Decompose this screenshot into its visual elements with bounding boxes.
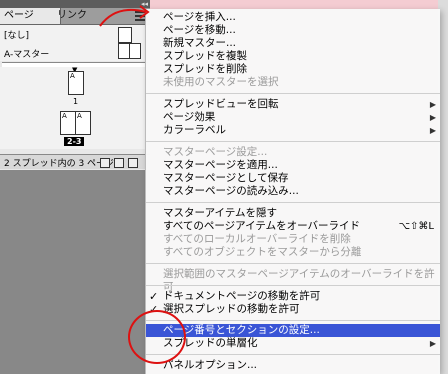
menu-separator bbox=[146, 93, 440, 94]
pages-panel: ◂◂ ページ リンク [なし] A-マスター ▼ A 1 A A 2-3 2 ス… bbox=[0, 0, 150, 374]
menu-shortcut: ⌥⇧⌘L bbox=[398, 221, 434, 232]
menu-override-all-page-items[interactable]: すべてのページアイテムをオーバーライド ⌥⇧⌘L bbox=[146, 220, 440, 233]
menu-separator bbox=[146, 202, 440, 203]
tab-links[interactable]: リンク bbox=[53, 8, 101, 24]
submenu-arrow-icon: ▶ bbox=[429, 100, 436, 109]
submenu-arrow-icon: ▶ bbox=[429, 339, 436, 348]
menu-move-pages[interactable]: ページを移動... bbox=[146, 24, 440, 37]
tab-pages[interactable]: ページ bbox=[0, 8, 61, 24]
annotation-circle bbox=[128, 310, 186, 364]
master-none-label[interactable]: [なし] bbox=[4, 28, 29, 41]
menu-allow-document-pages-shuffle[interactable]: ✓ ドキュメントページの移動を許可 bbox=[146, 290, 440, 303]
menu-separator bbox=[146, 320, 440, 321]
page-thumb-1[interactable]: A bbox=[68, 71, 84, 95]
page-thumb-3[interactable]: A bbox=[75, 111, 91, 135]
pages-panel-menu: ページを挿入... ページを移動... 新規マスター... スプレッドを複製 ス… bbox=[145, 9, 440, 374]
page-master-letter: A bbox=[77, 112, 82, 120]
menu-insert-pages[interactable]: ページを挿入... bbox=[146, 11, 440, 24]
masters-section: [なし] A-マスター bbox=[0, 25, 150, 61]
menu-numbering-section-options[interactable]: ページ番号とセクションの設定... bbox=[146, 324, 440, 337]
menu-separator bbox=[146, 354, 440, 355]
menu-page-transitions[interactable]: ページ効果 ▶ bbox=[146, 111, 440, 124]
page-count-status: 2 スプレッド内の 3 ページ bbox=[4, 159, 114, 169]
page-thumb-2[interactable]: A bbox=[60, 111, 76, 135]
menu-separator bbox=[146, 141, 440, 142]
submenu-arrow-icon: ▶ bbox=[429, 126, 436, 135]
menu-spread-flattening[interactable]: スプレッドの単層化 ▶ bbox=[146, 337, 440, 350]
menu-allow-master-item-overrides: 選択範囲のマスターページアイテムのオーバーライドを許可 bbox=[163, 268, 435, 293]
document-pages-section: ▼ A 1 A A 2-3 bbox=[0, 66, 150, 149]
page-number-1: 1 bbox=[73, 97, 79, 106]
new-page-icon[interactable] bbox=[114, 158, 124, 168]
tab-links-label: リンク bbox=[57, 10, 87, 21]
tab-pages-label: ページ bbox=[4, 10, 34, 21]
menu-apply-master[interactable]: マスターページを適用... bbox=[146, 159, 440, 172]
delete-page-icon[interactable] bbox=[128, 158, 138, 168]
menu-color-label[interactable]: カラーラベル ▶ bbox=[146, 124, 440, 137]
menu-delete-spread[interactable]: スプレッドを削除 bbox=[146, 63, 440, 76]
menu-remove-local-overrides: すべてのローカルオーバーライドを削除 bbox=[163, 233, 351, 245]
menu-allow-selected-spread-shuffle[interactable]: ✓ 選択スプレッドの移動を許可 bbox=[146, 303, 440, 316]
annotation-arrow-icon bbox=[99, 5, 150, 27]
menu-separator bbox=[146, 285, 440, 286]
menu-rotate-spread-view[interactable]: スプレッドビューを回転 ▶ bbox=[146, 98, 440, 111]
panel-background bbox=[0, 170, 150, 374]
menu-panel-options[interactable]: パネルオプション... bbox=[146, 359, 440, 372]
menu-load-master-pages[interactable]: マスターページの読み込み... bbox=[146, 185, 440, 198]
page-master-letter: A bbox=[62, 112, 67, 120]
menu-detach-all-objects: すべてのオブジェクトをマスターから分離 bbox=[163, 246, 362, 258]
master-a-right-thumb[interactable] bbox=[129, 43, 141, 59]
menu-save-as-master[interactable]: マスターページとして保存 bbox=[146, 172, 440, 185]
menu-master-options: マスターページ設定... bbox=[163, 146, 268, 158]
page-number-2-3: 2-3 bbox=[64, 137, 85, 146]
menu-select-unused-masters: 未使用のマスターを選択 bbox=[163, 76, 279, 88]
menu-duplicate-spread[interactable]: スプレッドを複製 bbox=[146, 50, 440, 63]
checkmark-icon: ✓ bbox=[149, 290, 159, 303]
submenu-arrow-icon: ▶ bbox=[429, 113, 436, 122]
page-size-icon[interactable] bbox=[100, 158, 110, 168]
page-master-letter: A bbox=[70, 72, 75, 80]
master-a-label[interactable]: A-マスター bbox=[4, 47, 49, 60]
menu-new-master[interactable]: 新規マスター... bbox=[146, 37, 440, 50]
menu-hide-master-items[interactable]: マスターアイテムを隠す bbox=[146, 207, 440, 220]
panel-status-bar: 2 スプレッド内の 3 ページ bbox=[0, 154, 150, 169]
menu-separator bbox=[146, 263, 440, 264]
